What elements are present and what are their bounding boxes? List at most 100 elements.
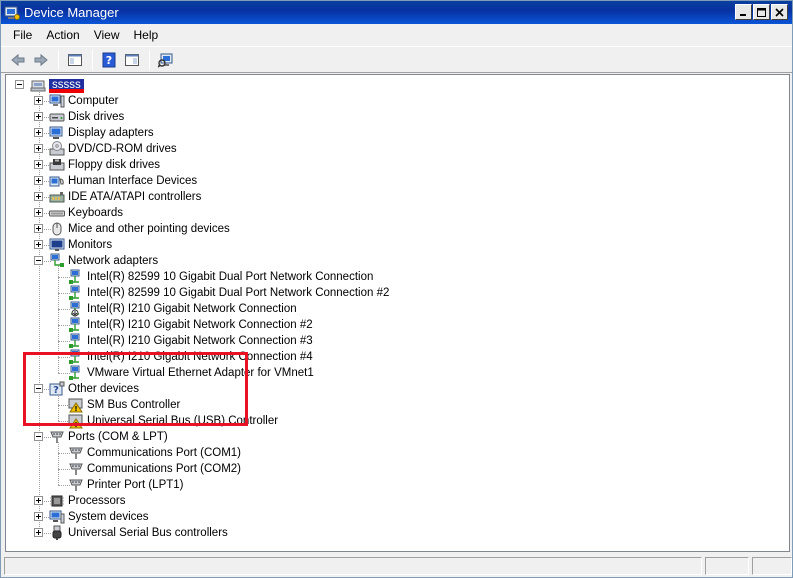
- back-icon[interactable]: [7, 49, 29, 71]
- device-manager-window: Device Manager File Action View Help ? s…: [0, 0, 793, 578]
- processor-icon: [49, 493, 65, 509]
- title-bar[interactable]: Device Manager: [1, 1, 792, 24]
- expand-icon[interactable]: [34, 176, 43, 185]
- expand-icon[interactable]: [34, 512, 43, 521]
- properties-icon[interactable]: [121, 49, 143, 71]
- tree-item-label: Floppy disk drives: [68, 159, 161, 171]
- monitor-icon: [49, 237, 65, 253]
- tree-device-item[interactable]: Intel(R) I210 Gigabit Network Connection: [68, 301, 297, 317]
- tree-category-item[interactable]: Monitors: [49, 237, 112, 253]
- tree-category-item[interactable]: Ports (COM & LPT): [49, 429, 168, 445]
- tree-item-label: DVD/CD-ROM drives: [68, 143, 177, 155]
- toolbar: ?: [1, 46, 792, 73]
- tree-item-label: Disk drives: [68, 111, 125, 123]
- computer-icon: [49, 93, 65, 109]
- device-manager-icon: [4, 5, 20, 21]
- tree-item-label: Network adapters: [68, 255, 159, 267]
- expand-icon[interactable]: [34, 528, 43, 537]
- menu-file[interactable]: File: [1, 25, 39, 45]
- menu-view[interactable]: View: [87, 25, 127, 45]
- tree-category-item[interactable]: IDE ATA/ATAPI controllers: [49, 189, 201, 205]
- floppy-drive-icon: [49, 157, 65, 173]
- usb-controller-icon: [49, 525, 65, 541]
- root-icon: [30, 77, 46, 93]
- expand-icon[interactable]: [34, 96, 43, 105]
- expand-icon[interactable]: [34, 160, 43, 169]
- hid-icon: [49, 173, 65, 189]
- tree-device-item[interactable]: Communications Port (COM2): [68, 461, 241, 477]
- tree-category-item[interactable]: DVD/CD-ROM drives: [49, 141, 177, 157]
- expand-icon[interactable]: [34, 112, 43, 121]
- expand-icon[interactable]: [34, 144, 43, 153]
- tree-category-item[interactable]: Computer: [49, 93, 119, 109]
- close-button[interactable]: [771, 4, 788, 20]
- tree-item-label: Printer Port (LPT1): [87, 479, 184, 491]
- display-adapter-icon: [49, 125, 65, 141]
- tree-item-label: Communications Port (COM1): [87, 447, 242, 459]
- tree-item-label: Intel(R) 82599 10 Gigabit Dual Port Netw…: [87, 271, 374, 283]
- tree-item-label: System devices: [68, 511, 149, 523]
- tree-device-item[interactable]: Intel(R) 82599 10 Gigabit Dual Port Netw…: [68, 285, 389, 301]
- menu-help[interactable]: Help: [127, 25, 166, 45]
- expand-icon[interactable]: [34, 128, 43, 137]
- help-icon[interactable]: ?: [98, 49, 120, 71]
- tree-device-item[interactable]: Intel(R) I210 Gigabit Network Connection…: [68, 317, 313, 333]
- tree-connector-line: [58, 442, 59, 485]
- toolbar-separator: [149, 49, 150, 70]
- tree-category-item[interactable]: Floppy disk drives: [49, 157, 160, 173]
- tree-item-label: Ports (COM & LPT): [68, 431, 168, 443]
- computer-name-label: sssss: [49, 79, 84, 93]
- tree-device-item[interactable]: Communications Port (COM1): [68, 445, 241, 461]
- keyboard-icon: [49, 205, 65, 221]
- nic-icon: [68, 333, 84, 349]
- scan-hardware-icon[interactable]: [155, 49, 177, 71]
- tree-item-label: Monitors: [68, 239, 113, 251]
- expand-icon[interactable]: [34, 208, 43, 217]
- collapse-icon[interactable]: [34, 256, 43, 265]
- tree-category-item[interactable]: Processors: [49, 493, 126, 509]
- expand-icon[interactable]: [34, 496, 43, 505]
- nic-icon: [68, 285, 84, 301]
- nic-disabled-icon: [68, 301, 84, 317]
- tree-device-item[interactable]: Intel(R) 82599 10 Gigabit Dual Port Netw…: [68, 269, 373, 285]
- tree-category-item[interactable]: Display adapters: [49, 125, 154, 141]
- dvd-drive-icon: [49, 141, 65, 157]
- status-pane-3: [752, 557, 792, 575]
- port-icon: [68, 461, 84, 477]
- mouse-icon: [49, 221, 65, 237]
- nic-icon: [68, 269, 84, 285]
- maximize-button[interactable]: [753, 4, 770, 20]
- port-icon: [68, 477, 84, 493]
- expand-icon[interactable]: [34, 224, 43, 233]
- forward-icon[interactable]: [30, 49, 52, 71]
- port-icon: [68, 445, 84, 461]
- tree-category-item[interactable]: Keyboards: [49, 205, 123, 221]
- tree-category-item[interactable]: Universal Serial Bus controllers: [49, 525, 228, 541]
- tree-device-item[interactable]: Printer Port (LPT1): [68, 477, 184, 493]
- tree-item-label: Mice and other pointing devices: [68, 223, 230, 235]
- tree-item-label: Universal Serial Bus controllers: [68, 527, 228, 539]
- tree-category-item[interactable]: Mice and other pointing devices: [49, 221, 230, 237]
- tree-root-item[interactable]: sssss: [30, 77, 86, 93]
- svg-text:?: ?: [106, 54, 112, 67]
- collapse-icon[interactable]: [34, 432, 43, 441]
- status-pane-main: [4, 557, 702, 575]
- expand-icon[interactable]: [34, 192, 43, 201]
- show-hide-tree-icon[interactable]: [64, 49, 86, 71]
- ide-controller-icon: [49, 189, 65, 205]
- expand-icon[interactable]: [34, 240, 43, 249]
- tree-device-item[interactable]: Intel(R) I210 Gigabit Network Connection…: [68, 333, 313, 349]
- collapse-icon[interactable]: [15, 80, 24, 89]
- tree-category-item[interactable]: Network adapters: [49, 253, 158, 269]
- device-tree[interactable]: sssss Computer Disk drives Display adapters…: [5, 74, 790, 552]
- menu-action[interactable]: Action: [39, 25, 86, 45]
- tree-item-label: Human Interface Devices: [68, 175, 198, 187]
- tree-category-item[interactable]: Human Interface Devices: [49, 173, 197, 189]
- tree-item-label: IDE ATA/ATAPI controllers: [68, 191, 202, 203]
- minimize-button[interactable]: [735, 4, 752, 20]
- tree-item-label: Computer: [68, 95, 119, 107]
- ports-highlight-box: [23, 352, 248, 426]
- tree-item-label: Display adapters: [68, 127, 154, 139]
- tree-category-item[interactable]: System devices: [49, 509, 149, 525]
- tree-category-item[interactable]: Disk drives: [49, 109, 124, 125]
